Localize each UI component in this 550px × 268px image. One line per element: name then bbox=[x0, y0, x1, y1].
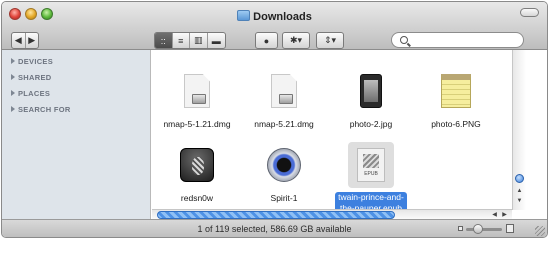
sidebar: DEVICES SHARED PLACES SEARCH FOR bbox=[2, 50, 151, 219]
file-item[interactable]: nmap-5-1.21.dmg bbox=[157, 68, 237, 132]
toolbar-toggle-button[interactable] bbox=[520, 8, 539, 17]
search-icon bbox=[400, 36, 408, 44]
sidebar-section-label: SHARED bbox=[18, 73, 52, 82]
scroll-left-arrow[interactable]: ◀ bbox=[490, 210, 499, 219]
disclosure-triangle-icon[interactable] bbox=[11, 90, 15, 96]
epub-badge: EPUB bbox=[364, 171, 378, 177]
file-item[interactable]: photo-6.PNG bbox=[416, 68, 496, 132]
horizontal-scrollbar[interactable]: ◀ ▶ bbox=[152, 209, 512, 219]
back-button[interactable]: ◀ bbox=[12, 33, 26, 48]
coverflow-view-button[interactable]: ▬ bbox=[208, 33, 225, 48]
small-icon-size-icon bbox=[458, 226, 463, 231]
sidebar-section-shared[interactable]: SHARED bbox=[11, 73, 51, 82]
file-name: nmap-5-1.21.dmg bbox=[163, 119, 231, 129]
status-bar: 1 of 119 selected, 586.69 GB available bbox=[2, 219, 547, 237]
file-item[interactable]: Spirit-1 bbox=[244, 142, 324, 206]
file-item-selected[interactable]: EPUB twain-prince-and-the-pauper.epub bbox=[329, 142, 413, 216]
file-name: photo-2.jpg bbox=[349, 119, 393, 129]
notes-image-icon bbox=[441, 74, 471, 108]
search-field[interactable] bbox=[391, 32, 524, 48]
sidebar-section-label: PLACES bbox=[18, 89, 51, 98]
file-item[interactable]: nmap-5.21.dmg bbox=[244, 68, 324, 132]
sidebar-section-devices[interactable]: DEVICES bbox=[11, 57, 53, 66]
back-forward-group: ◀ ▶ bbox=[11, 32, 39, 49]
vertical-scrollbar[interactable]: ▲ ▼ bbox=[512, 50, 526, 210]
arrange-menu-button[interactable]: ⇕▾ bbox=[316, 32, 344, 49]
icon-size-slider-knob[interactable] bbox=[473, 224, 483, 234]
scroll-up-arrow[interactable]: ▲ bbox=[515, 186, 524, 195]
photo-icon bbox=[360, 74, 382, 108]
sidebar-section-label: DEVICES bbox=[18, 57, 54, 66]
file-name: redsn0w bbox=[180, 193, 214, 203]
icon-size-slider[interactable] bbox=[466, 228, 502, 231]
file-name: photo-6.PNG bbox=[431, 119, 481, 129]
disk-image-icon bbox=[184, 74, 210, 108]
epub-document-icon: EPUB bbox=[357, 148, 385, 182]
quick-look-button[interactable]: ● bbox=[255, 32, 278, 49]
sidebar-section-search-for[interactable]: SEARCH FOR bbox=[11, 105, 71, 114]
spirit-app-icon bbox=[267, 148, 301, 182]
scroll-down-arrow[interactable]: ▼ bbox=[515, 196, 524, 205]
scroll-right-arrow[interactable]: ▶ bbox=[500, 210, 509, 219]
disclosure-triangle-icon[interactable] bbox=[11, 58, 15, 64]
file-item[interactable]: redsn0w bbox=[157, 142, 237, 206]
window-title: Downloads bbox=[253, 11, 312, 23]
view-mode-group: :: ≡ ▥ ▬ bbox=[154, 32, 226, 49]
disclosure-triangle-icon[interactable] bbox=[11, 106, 15, 112]
vertical-scroll-thumb[interactable] bbox=[515, 174, 524, 183]
sidebar-section-places[interactable]: PLACES bbox=[11, 89, 50, 98]
file-name: Spirit-1 bbox=[270, 193, 298, 203]
column-view-button[interactable]: ▥ bbox=[190, 33, 208, 48]
file-item[interactable]: photo-2.jpg bbox=[331, 68, 411, 132]
pineapple-app-icon bbox=[180, 148, 214, 182]
disk-image-icon bbox=[271, 74, 297, 108]
gear-icon: ✱▾ bbox=[289, 35, 303, 45]
list-view-button[interactable]: ≡ bbox=[173, 33, 190, 48]
resize-grip-icon[interactable] bbox=[535, 226, 545, 236]
window-title-area: Downloads bbox=[2, 7, 547, 23]
arrange-icon: ⇕▾ bbox=[323, 35, 337, 45]
title-toolbar: Downloads ◀ ▶ :: ≡ ▥ ▬ ● ✱▾ ⇕▾ bbox=[2, 2, 547, 50]
large-icon-size-icon bbox=[506, 224, 514, 233]
finder-window: Downloads ◀ ▶ :: ≡ ▥ ▬ ● ✱▾ ⇕▾ DEVICES S… bbox=[1, 1, 548, 238]
horizontal-scroll-thumb[interactable] bbox=[157, 211, 395, 219]
forward-button[interactable]: ▶ bbox=[26, 33, 39, 48]
disclosure-triangle-icon[interactable] bbox=[11, 74, 15, 80]
action-menu-button[interactable]: ✱▾ bbox=[282, 32, 310, 49]
eye-icon: ● bbox=[263, 35, 270, 46]
file-name-line-1: twain-prince-and- bbox=[338, 192, 404, 202]
sidebar-section-label: SEARCH FOR bbox=[18, 105, 71, 114]
icon-view-button[interactable]: :: bbox=[155, 33, 173, 48]
folder-icon bbox=[237, 10, 251, 21]
file-name: nmap-5.21.dmg bbox=[254, 119, 314, 129]
file-icon-grid: nmap-5-1.21.dmg nmap-5.21.dmg photo-2.jp… bbox=[152, 50, 512, 214]
